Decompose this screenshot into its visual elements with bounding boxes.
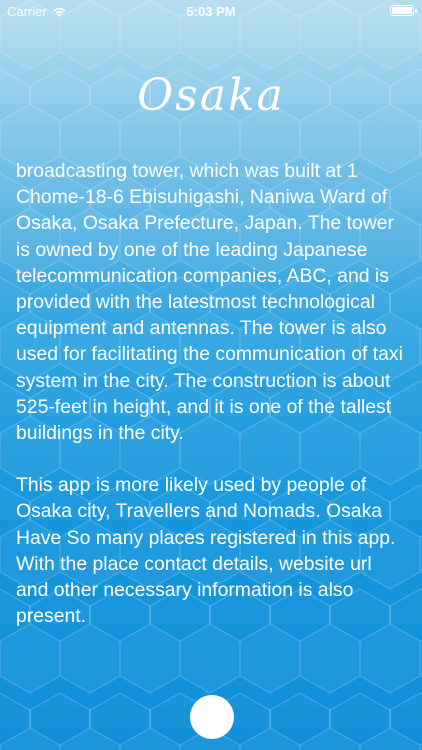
description-scroll-view[interactable]: broadcasting tower, which was built at 1… xyxy=(16,158,408,678)
round-action-button[interactable] xyxy=(190,695,234,739)
battery-icon xyxy=(390,5,417,16)
status-time: 5:03 PM xyxy=(186,4,236,19)
description-text: broadcasting tower, which was built at 1… xyxy=(16,158,408,629)
description-paragraph: broadcasting tower, which was built at 1… xyxy=(16,160,403,445)
description-paragraph: This app is more likely used by people o… xyxy=(16,474,396,628)
status-bar: Carrier 5:03 PM xyxy=(0,0,422,22)
page-title: Osaka xyxy=(137,70,285,121)
